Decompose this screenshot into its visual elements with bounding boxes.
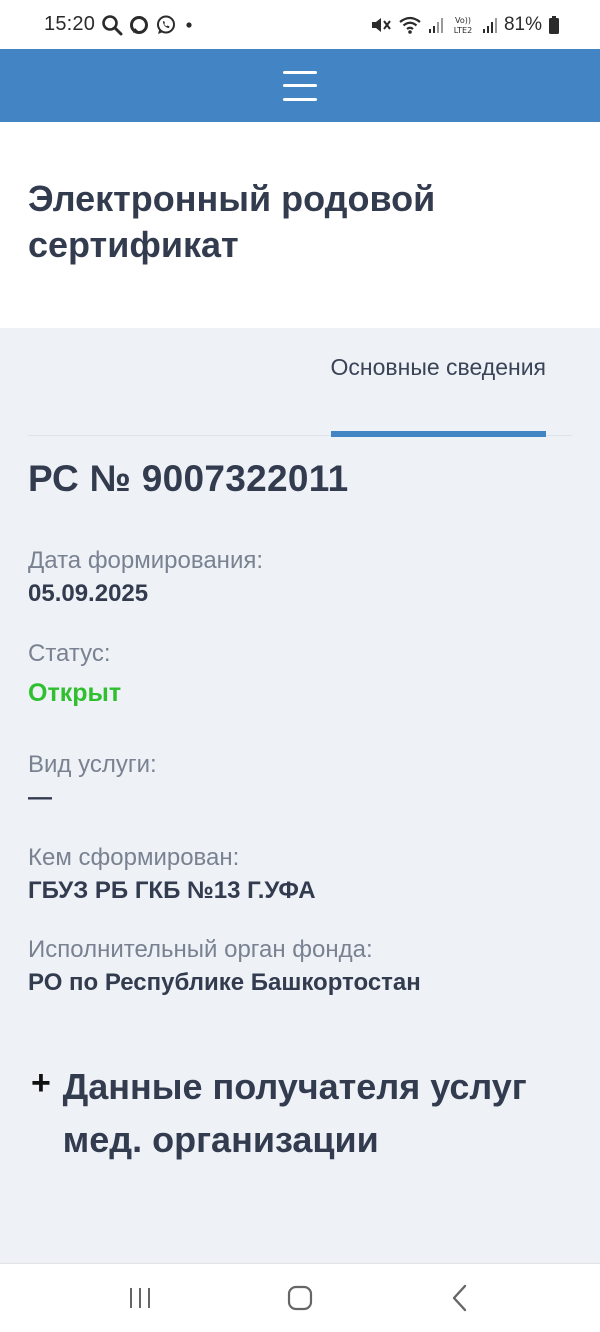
active-tab-indicator [330,431,546,437]
tab-label: Основные сведения [330,354,546,380]
status-bar-right: Vo)) LTE2 81% [370,14,560,36]
back-icon[interactable] [430,1278,490,1318]
status-bar-left: 15:20 [44,13,195,36]
volte-top-text: Vo)) [455,16,471,25]
recent-apps-icon[interactable] [110,1278,170,1318]
dot-icon [183,19,195,31]
field-date: Дата формирования: 05.09.2025 [28,546,572,610]
title-block: Электронный родовой сертификат [0,122,600,328]
field-service-value: — [28,784,52,811]
search-icon [101,14,123,36]
certificate-number: РС № 9007322011 [28,458,349,499]
chat-icon [129,15,149,35]
field-fund-label: Исполнительный орган фонда: [28,936,373,963]
tab-main-info[interactable]: Основные сведения [330,354,546,437]
plus-icon: + [31,1064,51,1102]
field-status: Статус: Открыт [28,639,572,709]
home-icon[interactable] [270,1278,330,1318]
field-service-label: Вид услуги: [28,751,157,778]
main-content: Основные сведения РС № 9007322011 Дата ф… [0,328,600,1263]
field-fund-value: РО по Республике Башкортостан [28,969,421,996]
clock: 15:20 [44,13,96,35]
field-created-by-label: Кем сформирован: [28,844,240,871]
menu-line [283,97,317,101]
status-badge: Открыт [28,679,122,707]
battery-icon [548,15,560,35]
signal-icon-2 [482,16,498,34]
battery-percent: 81% [503,13,542,35]
mute-icon [370,15,392,35]
tab-bar: Основные сведения [28,328,572,437]
volte-icon: Vo)) LTE2 [450,14,476,36]
whatsapp-icon [155,14,177,36]
wifi-icon [398,15,422,35]
recipient-data-title: Данные получателя услуг мед. организации [62,1066,527,1160]
menu-line [283,84,317,87]
recipient-data-expander[interactable]: + Данные получателя услуг мед. организац… [28,1060,572,1166]
field-created-by-value: ГБУЗ РБ ГКБ №13 Г.УФА [28,877,316,904]
field-status-label: Статус: [28,640,111,667]
volte-bottom-text: LTE2 [454,26,472,35]
page-title: Электронный родовой сертификат [28,178,436,265]
status-bar: 15:20 Vo)) LTE2 81% [0,0,600,49]
signal-icon [428,16,444,34]
field-date-value: 05.09.2025 [28,580,149,607]
app-header [0,49,600,122]
menu-line [283,70,317,74]
system-nav-bar [0,1263,600,1332]
field-service: Вид услуги: — [28,750,572,814]
hamburger-menu-icon[interactable] [280,68,320,104]
field-fund: Исполнительный орган фонда: РО по Респуб… [28,935,572,999]
field-date-label: Дата формирования: [28,547,264,574]
field-created-by: Кем сформирован: ГБУЗ РБ ГКБ №13 Г.УФА [28,843,572,907]
